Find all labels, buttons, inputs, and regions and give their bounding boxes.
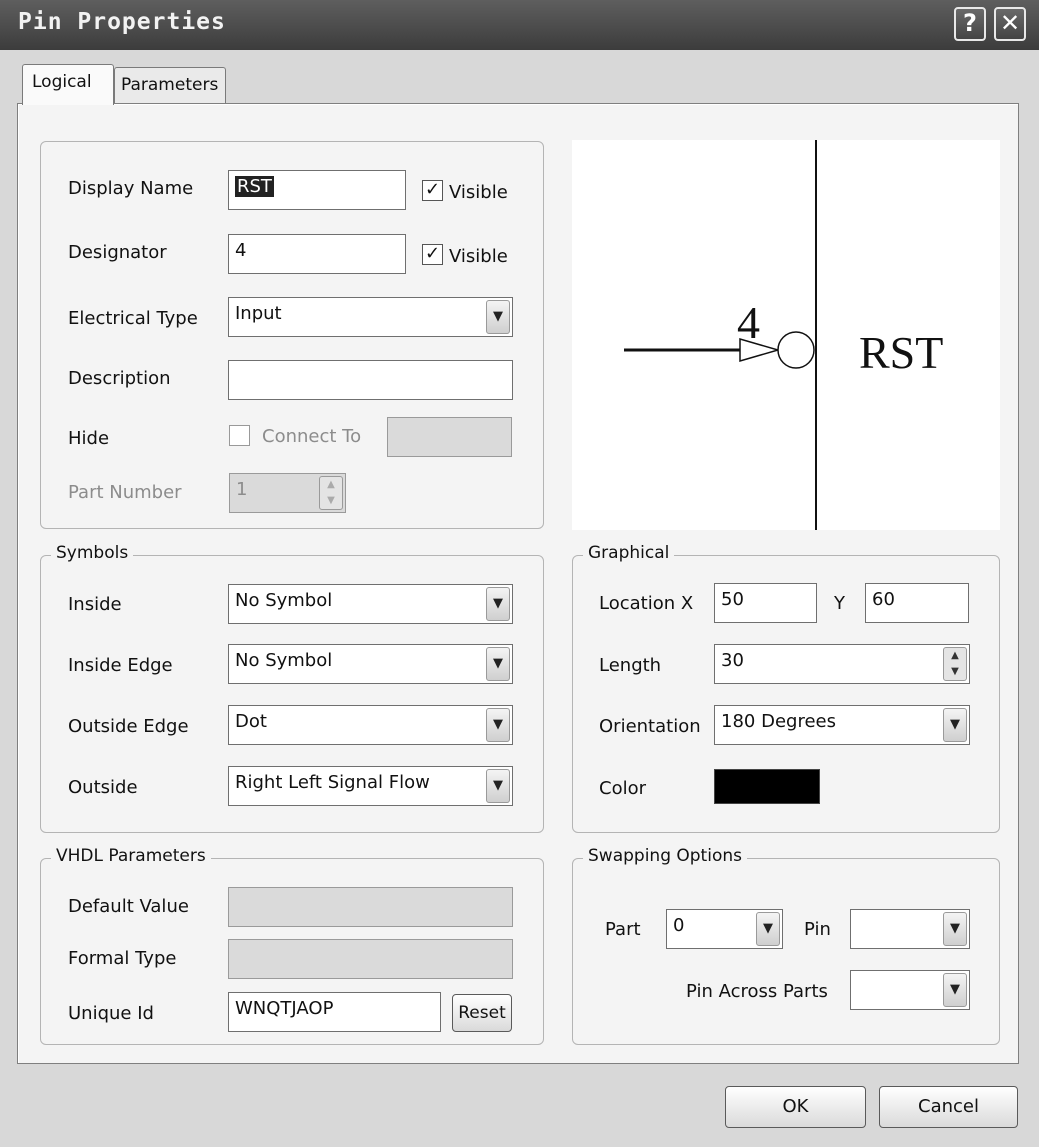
tab-parameters[interactable]: Parameters [114,67,226,104]
orientation-label: Orientation [599,716,701,737]
description-label: Description [68,368,171,389]
swapping-options-legend: Swapping Options [583,846,747,866]
title-bar: Pin Properties ? ✕ [0,0,1039,50]
default-value-input[interactable] [228,887,513,927]
symbols-group: Symbols Inside No Symbol ▼ Inside Edge N… [40,543,544,833]
preview-pin-name: RST [859,327,943,378]
inside-value: No Symbol [235,590,333,611]
reset-button[interactable]: Reset [452,994,512,1032]
pin-preview: 4 RST [572,140,1000,530]
checkmark-icon: ✓ [424,243,441,264]
length-spin-buttons[interactable]: ▲ ▼ [943,647,967,681]
logical-tab-panel: Display Name RST ✓ Visible Designator 4 … [17,103,1019,1064]
chevron-up-icon[interactable]: ▲ [320,477,342,493]
chevron-down-icon[interactable]: ▼ [486,769,510,803]
color-label: Color [599,778,646,799]
part-number-value: 1 [236,479,248,500]
display-name-value: RST [235,176,274,197]
chevron-down-icon[interactable]: ▼ [756,912,780,946]
display-name-input[interactable]: RST [228,170,406,210]
part-value: 0 [673,915,685,936]
hide-checkbox[interactable] [229,425,250,446]
vhdl-parameters-legend: VHDL Parameters [51,846,211,866]
hide-label: Hide [68,428,110,449]
swapping-options-group: Swapping Options Part 0 ▼ Pin ▼ Pin Acro… [572,846,1000,1045]
orientation-value: 180 Degrees [721,711,836,732]
electrical-type-value: Input [235,303,282,324]
outside-edge-select[interactable]: Dot ▼ [228,705,513,745]
pin-across-parts-select[interactable]: ▼ [850,970,970,1010]
inside-edge-value: No Symbol [235,650,333,671]
description-input[interactable] [228,360,513,400]
cancel-button[interactable]: Cancel [879,1086,1018,1128]
unique-id-label: Unique Id [68,1003,154,1024]
part-number-stepper[interactable]: 1 ▲ ▼ [229,473,346,513]
inside-label: Inside [68,594,122,615]
orientation-select[interactable]: 180 Degrees ▼ [714,705,970,745]
chevron-down-icon[interactable]: ▼ [943,708,967,742]
formal-type-label: Formal Type [68,948,177,969]
vhdl-parameters-group: VHDL Parameters Default Value Formal Typ… [40,846,544,1045]
default-value-label: Default Value [68,896,189,917]
symbols-legend: Symbols [51,543,134,563]
part-number-spin-buttons[interactable]: ▲ ▼ [319,476,343,510]
chevron-up-icon[interactable]: ▲ [944,648,966,664]
electrical-type-label: Electrical Type [68,308,198,329]
pin-select[interactable]: ▼ [850,909,970,949]
pin-across-parts-label: Pin Across Parts [686,981,828,1002]
part-number-label: Part Number [68,482,182,503]
designator-visible-checkbox[interactable]: ✓ [422,244,443,265]
chevron-down-icon[interactable]: ▼ [486,300,510,334]
chevron-down-icon[interactable]: ▼ [486,708,510,742]
length-value: 30 [721,650,744,671]
connect-to-input[interactable] [387,417,512,457]
display-name-visible-checkbox[interactable]: ✓ [422,180,443,201]
outside-value: Right Left Signal Flow [235,772,430,793]
part-select[interactable]: 0 ▼ [666,909,783,949]
preview-designator: 4 [737,297,760,348]
formal-type-input[interactable] [228,939,513,979]
window-title: Pin Properties [18,9,226,35]
graphical-group: Graphical Location X 50 Y 60 Length 30 ▲… [572,543,1000,833]
chevron-down-icon[interactable]: ▼ [486,647,510,681]
display-name-label: Display Name [68,178,194,199]
inside-edge-label: Inside Edge [68,655,173,676]
inside-select[interactable]: No Symbol ▼ [228,584,513,624]
display-name-visible-label: Visible [449,182,508,203]
pin-preview-drawing: 4 RST [624,140,943,530]
designator-label: Designator [68,242,167,263]
outside-edge-label: Outside Edge [68,716,189,737]
part-label: Part [605,919,641,940]
length-label: Length [599,655,662,676]
designator-input[interactable]: 4 [228,234,406,274]
length-stepper[interactable]: 30 ▲ ▼ [714,644,970,684]
chevron-down-icon[interactable]: ▼ [943,973,967,1007]
tab-logical[interactable]: Logical [22,64,114,105]
outside-label: Outside [68,777,138,798]
location-x-input[interactable]: 50 [714,583,817,623]
dot-symbol [777,331,815,369]
inside-edge-select[interactable]: No Symbol ▼ [228,644,513,684]
outside-select[interactable]: Right Left Signal Flow ▼ [228,766,513,806]
close-button[interactable]: ✕ [994,7,1026,41]
chevron-down-icon[interactable]: ▼ [486,587,510,621]
pin-label: Pin [804,919,831,940]
connect-to-label: Connect To [262,426,362,447]
graphical-legend: Graphical [583,543,675,563]
help-button[interactable]: ? [954,7,986,41]
color-swatch[interactable] [714,769,820,804]
location-y-input[interactable]: 60 [865,583,969,623]
location-x-label: Location X [599,593,694,614]
chevron-down-icon[interactable]: ▼ [320,493,342,509]
chevron-down-icon[interactable]: ▼ [943,912,967,946]
location-y-label: Y [834,593,845,614]
chevron-down-icon[interactable]: ▼ [944,664,966,680]
unique-id-input[interactable]: WNQTJAOP [228,992,441,1032]
outside-edge-value: Dot [235,711,267,732]
properties-group: Display Name RST ✓ Visible Designator 4 … [40,141,544,529]
ok-button[interactable]: OK [725,1086,866,1128]
designator-visible-label: Visible [449,246,508,267]
checkmark-icon: ✓ [424,179,441,200]
electrical-type-select[interactable]: Input ▼ [228,297,513,337]
